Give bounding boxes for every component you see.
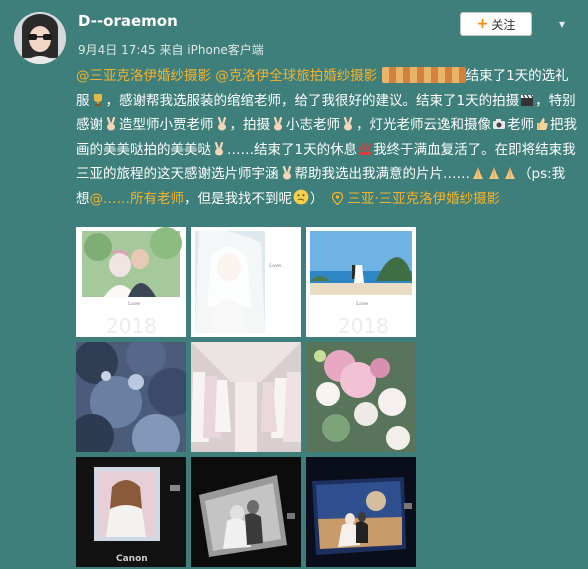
follow-button[interactable]: + 关注 [460, 12, 532, 36]
victory-hand-emoji-icon [106, 117, 116, 131]
photo-thumbnail[interactable]: Love 2018 [76, 227, 186, 337]
bride-veil-photo: Love 2018 [191, 227, 301, 337]
post-text: @三亚克洛伊婚纱摄影 @克洛伊全球旅拍婚纱摄影 结束了1天的选礼服 ，感谢帮我选服… [76, 67, 577, 207]
praying-hands-emoji-icon [489, 167, 499, 179]
location-label: 三亚·三亚克洛伊婚纱摄影 [347, 190, 501, 207]
photo-thumbnail[interactable]: Canon [76, 457, 186, 567]
hot-springs-emoji-icon [359, 141, 372, 155]
victory-hand-emoji-icon [214, 141, 224, 155]
photo-thumbnail[interactable] [306, 457, 416, 567]
location-pin-icon [332, 191, 344, 205]
plus-icon: + [476, 16, 489, 32]
mention-link[interactable]: @三亚克洛伊婚纱摄影 [76, 68, 211, 84]
username[interactable]: D--oraemon [78, 12, 178, 30]
svg-text:Love: Love [356, 301, 368, 307]
follow-label: 关注 [491, 17, 516, 32]
svg-text:Love: Love [128, 301, 140, 307]
photo-caption: 2018 [106, 314, 157, 337]
camera-emoji-icon [493, 119, 505, 129]
victory-hand-emoji-icon [273, 117, 283, 131]
photo-thumbnail[interactable] [191, 342, 301, 452]
photo-gallery: Love 2018 Love 2018 Love 2018 [76, 227, 416, 569]
photo-thumbnail[interactable]: Love 2018 [191, 227, 301, 337]
camera-screen-night-photo [306, 457, 416, 567]
mention-link[interactable]: @……所有老师 [90, 191, 185, 207]
camera-brand: Canon [116, 554, 148, 564]
praying-hands-emoji-icon [473, 167, 483, 179]
victory-hand-emoji-icon [343, 117, 353, 131]
victory-hand-emoji-icon [282, 166, 291, 180]
photo-thumbnail[interactable] [306, 342, 416, 452]
banner-emoji-icon [381, 67, 466, 83]
beach-couple-photo: Love 2018 [306, 227, 416, 337]
post-meta: 9月4日 17:45 来自 iPhone客户端 [78, 43, 264, 57]
avatar-image [14, 12, 66, 64]
thumbs-up-emoji-icon [537, 118, 548, 130]
flower-bouquet-photo [306, 342, 416, 452]
svg-text:2018: 2018 [338, 314, 389, 337]
photo-thumbnail[interactable] [191, 457, 301, 567]
chevron-down-icon: ▾ [558, 17, 566, 31]
camera-screen-bw-photo [191, 457, 301, 567]
victory-hand-emoji-icon [217, 117, 226, 131]
praying-hands-emoji-icon [505, 167, 515, 179]
clapperboard-emoji-icon [521, 94, 534, 106]
mention-link[interactable]: @克洛伊全球旅拍婚纱摄影 [215, 68, 377, 84]
more-options-button[interactable]: ▾ [552, 14, 572, 34]
dress-showroom-photo [191, 342, 301, 452]
photo-thumbnail[interactable] [76, 342, 186, 452]
confused-face-emoji-icon [293, 189, 309, 204]
trophy-emoji-icon [93, 93, 102, 106]
wedding-couple-photo: Love 2018 [76, 227, 186, 337]
location-link[interactable]: 三亚·三亚克洛伊婚纱摄影 [332, 191, 500, 207]
avatar[interactable] [14, 12, 66, 64]
photo-thumbnail[interactable]: Love 2018 [306, 227, 416, 337]
tree-canopy-photo [76, 342, 186, 452]
camera-screen-photo: Canon [76, 457, 186, 567]
svg-text:Love: Love [269, 263, 281, 269]
